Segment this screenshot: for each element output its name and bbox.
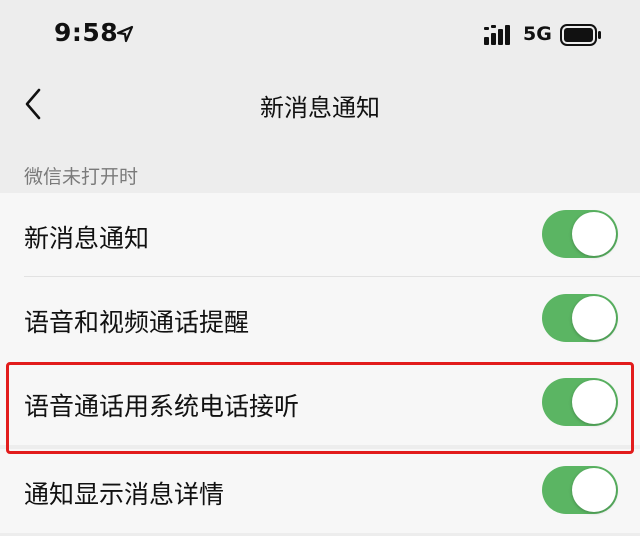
setting-label: 语音通话用系统电话接听 bbox=[24, 392, 300, 421]
setting-row-system-phone-answer: 语音通话用系统电话接听 bbox=[0, 361, 640, 445]
battery-icon bbox=[560, 24, 601, 46]
setting-row-show-message-details: 通知显示消息详情 bbox=[0, 449, 640, 533]
section-header: 微信未打开时 bbox=[24, 166, 139, 188]
setting-label: 新消息通知 bbox=[24, 224, 150, 253]
settings-list: 新消息通知 语音和视频通话提醒 语音通话用系统电话接听 通知显示消息详情 bbox=[0, 193, 640, 533]
toggle-knob bbox=[572, 296, 616, 340]
voice-video-call-reminder-toggle[interactable] bbox=[542, 294, 618, 342]
setting-row-new-message-notification: 新消息通知 bbox=[0, 193, 640, 277]
network-type-label: 5G bbox=[523, 23, 552, 45]
setting-label: 通知显示消息详情 bbox=[24, 480, 225, 509]
signal-icon bbox=[484, 25, 510, 45]
location-arrow-icon bbox=[116, 25, 134, 43]
system-phone-answer-toggle[interactable] bbox=[542, 378, 618, 426]
toggle-knob bbox=[572, 468, 616, 512]
setting-row-voice-video-call-reminder: 语音和视频通话提醒 bbox=[0, 277, 640, 361]
status-bar: 9:58 5G bbox=[0, 0, 640, 70]
toggle-knob bbox=[572, 212, 616, 256]
new-message-notification-toggle[interactable] bbox=[542, 210, 618, 258]
page-title: 新消息通知 bbox=[260, 94, 380, 122]
toggle-knob bbox=[572, 380, 616, 424]
show-message-details-toggle[interactable] bbox=[542, 466, 618, 514]
setting-label: 语音和视频通话提醒 bbox=[24, 308, 250, 337]
navigation-bar: 新消息通知 bbox=[0, 70, 640, 136]
status-time: 9:58 bbox=[54, 18, 119, 47]
